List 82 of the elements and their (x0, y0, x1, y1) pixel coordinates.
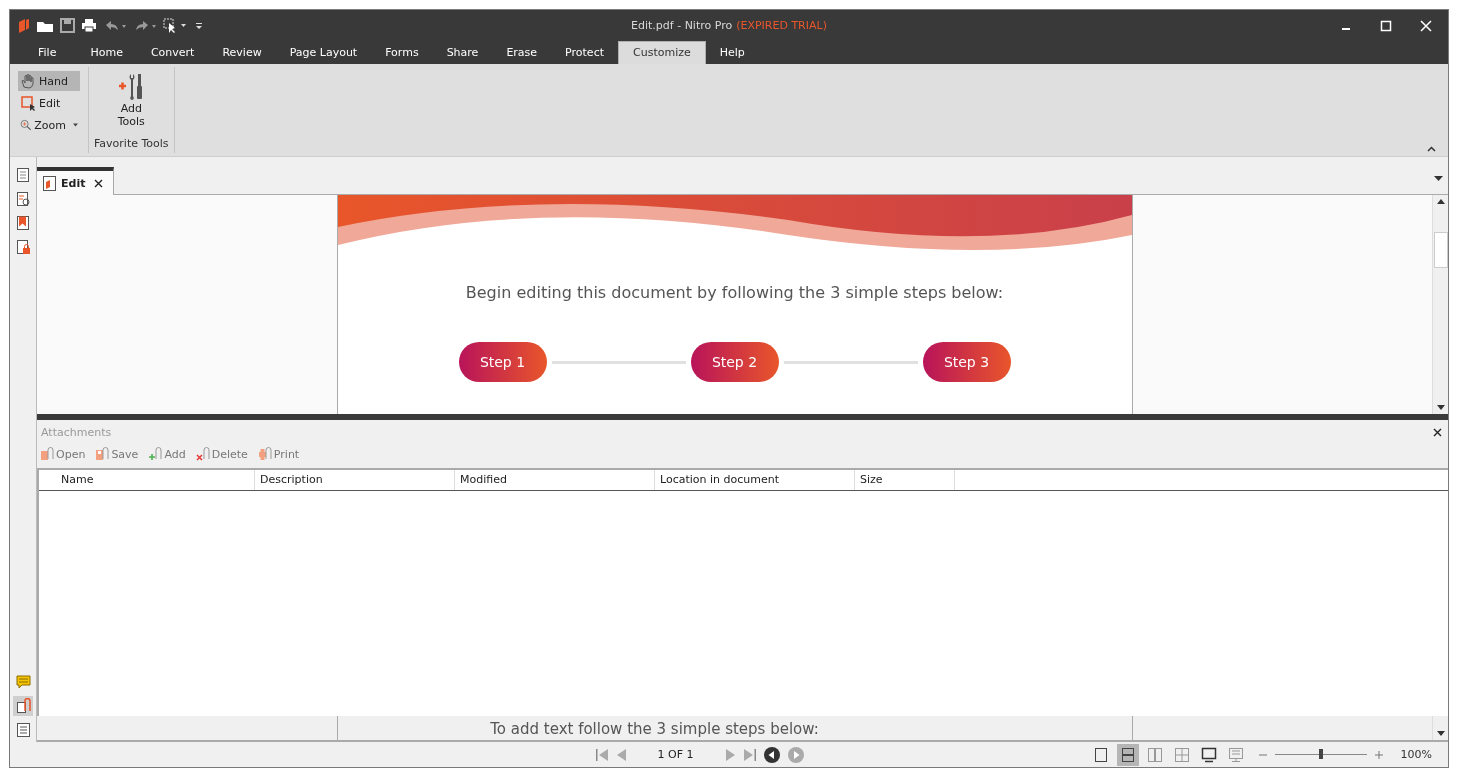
bookmark-icon (15, 215, 31, 231)
column-header[interactable]: Size (855, 470, 955, 490)
file-menu-tab[interactable]: File (20, 42, 77, 64)
save-attachment-icon (95, 447, 110, 461)
list-icon (15, 722, 31, 738)
customize-menu-icon[interactable] (195, 20, 203, 31)
ribbon-tab[interactable]: Convert (136, 42, 209, 64)
step-label: Step 1 (458, 342, 547, 382)
column-header[interactable]: Location in document (655, 470, 855, 490)
back-view-icon[interactable] (763, 746, 780, 763)
zoom-icon (20, 117, 32, 133)
ribbon-tab[interactable]: Customize (618, 41, 706, 64)
ribbon-group-label: Favorite Tools (94, 137, 169, 152)
vertical-scrollbar[interactable] (1432, 195, 1448, 414)
presentation-icon (1226, 745, 1245, 764)
ribbon-tool-button[interactable]: Hand (18, 71, 80, 91)
ribbon-tab[interactable]: Erase (492, 42, 552, 64)
side-panel-button[interactable] (13, 696, 33, 716)
window-title: Edit.pdf - Nitro Pro (631, 19, 733, 32)
trial-status: (EXPIRED TRIAL) (736, 19, 827, 32)
close-icon[interactable] (1433, 427, 1442, 437)
tab-list-caret-icon[interactable] (1434, 176, 1443, 181)
dropdown-caret-icon (73, 123, 78, 127)
page-heading: Begin editing this document by following the 3 simple steps below: (465, 283, 1004, 302)
scroll-down-icon[interactable] (1436, 731, 1445, 736)
print-attachment-icon (257, 447, 272, 461)
step-label: Step 3 (922, 342, 1011, 382)
ribbon-tab[interactable]: Page Layout (275, 42, 372, 64)
panel-title: Attachments (41, 425, 112, 439)
page-text: To add text follow the 3 simple steps below: (490, 720, 819, 738)
ribbon-tool-button[interactable]: Zoom (18, 115, 80, 135)
column-header[interactable]: Description (255, 470, 455, 490)
open-attachment-icon (40, 447, 54, 461)
last-page-icon[interactable] (743, 748, 756, 761)
scroll-up-icon[interactable] (1436, 199, 1445, 204)
grid-pages-icon (1172, 745, 1191, 764)
ribbon-tab[interactable]: Home (76, 42, 137, 64)
toolbar-button[interactable]: Open (40, 447, 86, 461)
ribbon-tab[interactable]: Review (208, 42, 276, 64)
save-icon[interactable] (60, 18, 75, 33)
add-tools-button[interactable]: Add Tools (109, 70, 154, 128)
add-attachment-icon (148, 447, 163, 461)
facing-pages-icon (1145, 745, 1164, 764)
zoom-level: 100% (1400, 748, 1432, 761)
page-indicator: 1 OF 1 (657, 748, 694, 761)
collapse-ribbon-icon[interactable] (1427, 146, 1436, 152)
delete-attachment-icon (195, 447, 210, 461)
maximize-icon[interactable] (1380, 19, 1392, 32)
scrollbar-thumb[interactable] (1433, 232, 1448, 268)
ribbon-tool-button[interactable]: Edit (18, 93, 80, 113)
edit-icon (20, 95, 36, 111)
monitor-icon (1199, 745, 1218, 764)
printer-icon[interactable] (81, 18, 97, 33)
view-mode-button[interactable] (1116, 743, 1139, 766)
toolbar-button[interactable]: Add (148, 447, 186, 461)
redo-icon[interactable] (133, 18, 157, 33)
comment-icon (15, 674, 31, 690)
page-search-icon (15, 191, 31, 207)
hand-icon (20, 73, 36, 89)
toolbar-button[interactable]: Print (257, 447, 300, 461)
toolbar-button[interactable]: Save (95, 447, 139, 461)
zoom-in-icon[interactable] (1374, 750, 1383, 759)
page-icon (15, 167, 31, 183)
ribbon-tab[interactable]: Share (432, 42, 493, 64)
column-header[interactable]: Modified (455, 470, 655, 490)
close-tab-icon[interactable] (94, 178, 103, 188)
toolbar-button[interactable]: Delete (195, 447, 248, 461)
zoom-slider-thumb[interactable] (1318, 749, 1323, 759)
column-header[interactable]: Name (39, 470, 255, 490)
attachment-icon (15, 698, 31, 714)
ribbon-tab[interactable]: Protect (551, 42, 618, 64)
pdf-file-icon (43, 175, 56, 191)
vertical-scrollbar[interactable] (1432, 716, 1448, 740)
ribbon-tab[interactable]: Help (705, 42, 759, 64)
page-lock-icon (15, 239, 31, 255)
ribbon-tab[interactable]: Forms (371, 42, 433, 64)
scroll-down-icon[interactable] (1436, 405, 1445, 410)
document-tab[interactable]: Edit (37, 167, 114, 195)
first-page-icon[interactable] (595, 748, 608, 761)
app-logo-icon (16, 17, 30, 34)
select-cursor-icon[interactable] (163, 17, 189, 34)
step-label: Step 2 (690, 342, 779, 382)
